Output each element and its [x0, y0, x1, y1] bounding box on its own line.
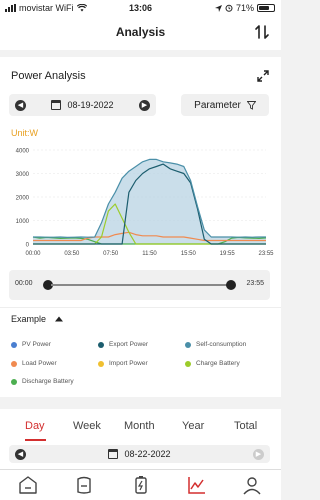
power-analysis-card: Power Analysis ◀ 08-19-2022 ▶ Parameter … — [0, 57, 281, 397]
period-tabs: Day Week Month Year Total ◀ 08-22-2022 ▶ — [0, 409, 281, 469]
legend-import-power: Import Power — [98, 360, 148, 367]
y-tick-label: 0 — [26, 243, 30, 249]
slider-start-time: 00:00 — [15, 280, 33, 287]
filter-icon — [246, 100, 256, 110]
page-title: Analysis — [115, 25, 166, 39]
slider-track[interactable] — [51, 284, 228, 286]
legend-self-consumption: Self-consumption — [185, 341, 246, 348]
calendar-icon — [108, 449, 119, 459]
calendar-icon — [51, 100, 62, 110]
bottom-nav — [0, 469, 281, 500]
nav-bar: Analysis — [0, 17, 281, 50]
alarm-icon — [225, 4, 233, 12]
date-display[interactable]: 08-19-2022 — [51, 100, 114, 110]
x-tick-label: 23:55 — [258, 251, 274, 257]
x-tick-label: 11:50 — [142, 251, 157, 257]
legend-pv-power: PV Power — [11, 341, 51, 348]
time-slider[interactable]: 00:00 23:55 — [9, 270, 270, 300]
slider-end-time: 23:55 — [246, 280, 264, 287]
legend-discharge-battery: Discharge Battery — [11, 378, 74, 385]
legend-charge-battery: Charge Battery — [185, 360, 240, 367]
period-prev-button[interactable]: ◀ — [15, 448, 26, 460]
unit-label: Unit:W — [11, 128, 38, 138]
prev-date-button[interactable]: ◀ — [15, 99, 26, 111]
profile-icon[interactable] — [241, 474, 263, 496]
card-title: Power Analysis — [11, 70, 86, 82]
x-tick-label: 07:50 — [103, 251, 119, 257]
y-tick-label: 2000 — [16, 196, 30, 202]
x-tick-label: 15:50 — [181, 251, 197, 257]
tab-day[interactable]: Day — [25, 420, 45, 432]
legend-export-power: Export Power — [98, 341, 148, 348]
analysis-icon[interactable] — [185, 474, 207, 496]
battery-percent: 71% — [235, 3, 254, 13]
device-icon[interactable] — [73, 474, 95, 496]
status-bar: movistar WiFi 13:06 71% — [0, 0, 281, 17]
slider-end-handle[interactable] — [226, 280, 236, 290]
legend-load-power: Load Power — [11, 360, 57, 367]
x-tick-label: 03:50 — [64, 251, 80, 257]
period-date-text: 08-22-2022 — [124, 449, 171, 459]
active-tab-indicator — [25, 439, 46, 441]
date-text: 08-19-2022 — [67, 100, 114, 110]
home-icon[interactable] — [17, 474, 39, 496]
y-tick-label: 3000 — [16, 172, 30, 178]
self-consumption-area — [33, 159, 266, 244]
period-date-selector: ◀ 08-22-2022 ▶ — [9, 445, 270, 463]
location-icon — [214, 4, 222, 12]
y-tick-label: 4000 — [16, 149, 30, 155]
battery-nav-icon[interactable] — [130, 474, 152, 496]
next-date-button[interactable]: ▶ — [138, 99, 150, 111]
collapse-up-icon — [55, 316, 64, 322]
expand-icon[interactable] — [256, 69, 270, 83]
parameter-label: Parameter — [194, 99, 241, 111]
period-next-button[interactable]: ▶ — [252, 448, 264, 460]
tab-week[interactable]: Week — [73, 420, 101, 432]
tab-year[interactable]: Year — [182, 420, 204, 432]
example-label: Example — [11, 314, 47, 324]
example-toggle[interactable]: Example — [11, 314, 64, 324]
power-chart[interactable]: 0 1000 2000 3000 4000 00:00 03:50 07:50 11:50 15:… — [0, 142, 281, 265]
parameter-button[interactable]: Parameter — [181, 94, 269, 116]
period-date-display[interactable]: 08-22-2022 — [108, 449, 171, 459]
y-tick-label: 1000 — [16, 219, 30, 225]
battery-icon — [257, 4, 275, 12]
x-tick-label: 19:55 — [220, 251, 236, 257]
sort-arrows-icon[interactable] — [253, 23, 271, 41]
date-selector: ◀ 08-19-2022 ▶ — [9, 94, 156, 116]
status-right: 71% — [214, 3, 275, 13]
x-tick-label: 00:00 — [25, 251, 41, 257]
divider — [0, 307, 281, 308]
tab-month[interactable]: Month — [124, 420, 155, 432]
tab-total[interactable]: Total — [234, 420, 257, 432]
